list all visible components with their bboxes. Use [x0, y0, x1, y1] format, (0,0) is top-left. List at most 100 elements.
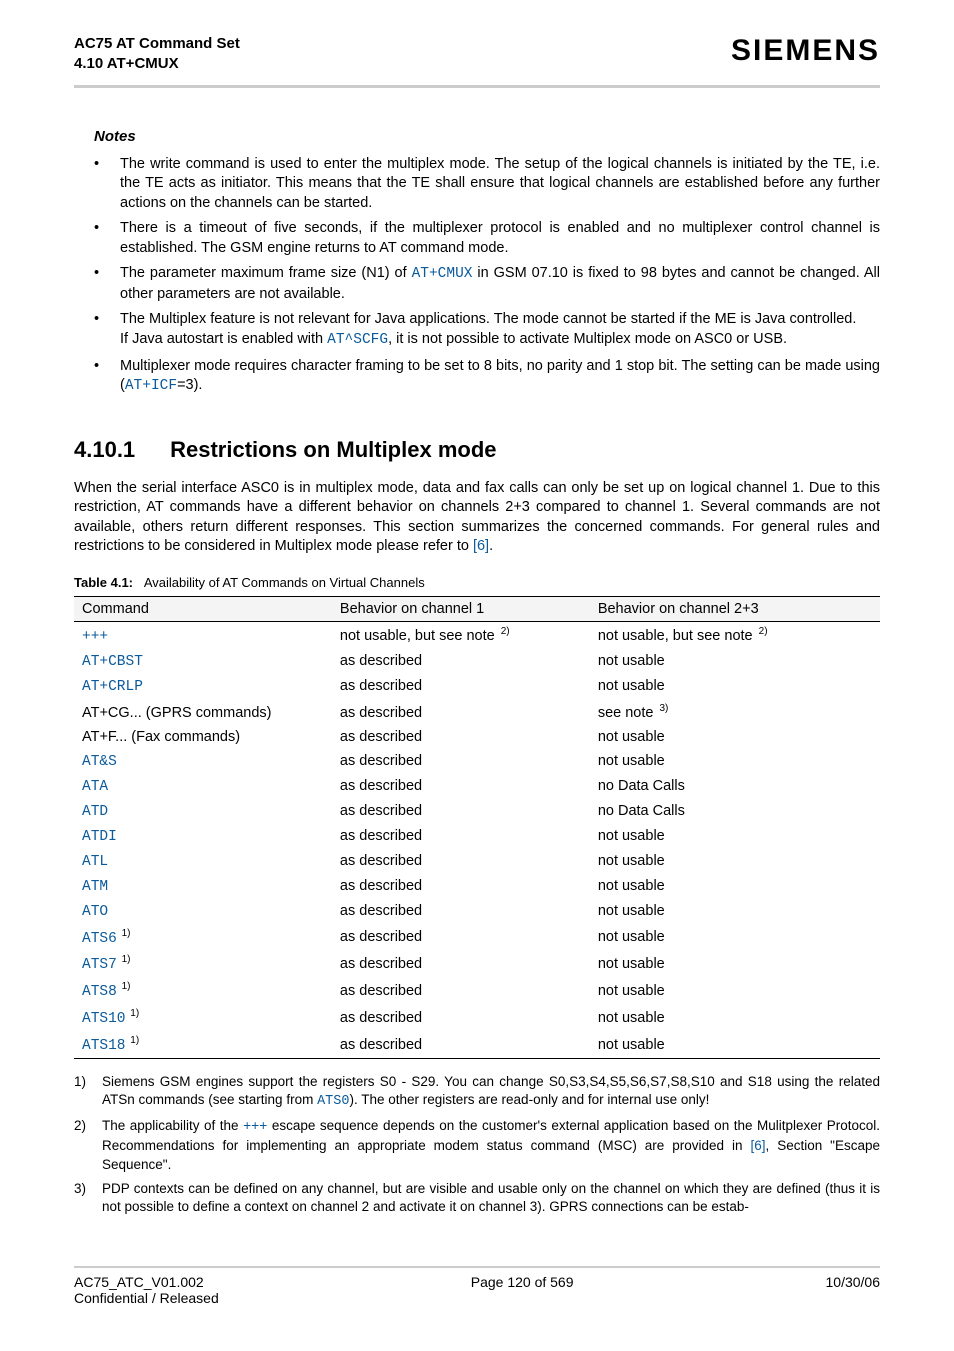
cell-channel1: as described — [332, 725, 590, 749]
header-title-block: AC75 AT Command Set 4.10 AT+CMUX — [74, 34, 240, 75]
cell-command: ATL — [74, 849, 332, 874]
table-row: ATDas describedno Data Calls — [74, 799, 880, 824]
footer-page-number: Page 120 of 569 — [219, 1274, 826, 1306]
col-header-channel1: Behavior on channel 1 — [332, 596, 590, 621]
table-row: AT+F... (Fax commands)as describednot us… — [74, 725, 880, 749]
cell-channel23: not usable — [590, 649, 880, 674]
doc-title: AC75 AT Command Set — [74, 34, 240, 54]
notes-list: The write command is used to enter the m… — [74, 155, 880, 397]
cell-channel23: not usable, but see note 2) — [590, 621, 880, 648]
footnote-number: 3) — [74, 1180, 86, 1198]
cell-command: ATM — [74, 874, 332, 899]
table-row: ATLas describednot usable — [74, 849, 880, 874]
cell-channel23: not usable — [590, 1031, 880, 1058]
table-row: ATS8 1)as describednot usable — [74, 977, 880, 1004]
cell-command: ATA — [74, 774, 332, 799]
footnote-item: 1)Siemens GSM engines support the regist… — [74, 1073, 880, 1111]
footer-date: 10/30/06 — [826, 1274, 881, 1306]
section-heading: 4.10.1 Restrictions on Multiplex mode — [74, 437, 880, 463]
table-row: ATMas describednot usable — [74, 874, 880, 899]
cell-channel1: as described — [332, 674, 590, 699]
cell-command: AT+CG... (GPRS commands) — [74, 699, 332, 725]
cell-channel1: as described — [332, 774, 590, 799]
footer-confidentiality: Confidential / Released — [74, 1290, 219, 1306]
note-item: Multiplexer mode requires character fram… — [74, 357, 880, 397]
table-row: ATS7 1)as describednot usable — [74, 950, 880, 977]
cell-channel23: not usable — [590, 1004, 880, 1031]
footer-doc-version: AC75_ATC_V01.002 — [74, 1274, 204, 1290]
cell-command: AT+F... (Fax commands) — [74, 725, 332, 749]
col-header-command: Command — [74, 596, 332, 621]
cell-command: AT+CBST — [74, 649, 332, 674]
cell-channel23: not usable — [590, 924, 880, 951]
cell-channel23: not usable — [590, 874, 880, 899]
cell-channel1: as described — [332, 699, 590, 725]
cell-channel23: see note 3) — [590, 699, 880, 725]
cell-channel23: not usable — [590, 899, 880, 924]
cell-channel23: no Data Calls — [590, 799, 880, 824]
cell-channel1: as described — [332, 924, 590, 951]
table-row: AT&Sas describednot usable — [74, 749, 880, 774]
page-header: AC75 AT Command Set 4.10 AT+CMUX SIEMENS — [74, 34, 880, 75]
cell-command: +++ — [74, 621, 332, 648]
table-row: ATOas describednot usable — [74, 899, 880, 924]
cell-channel23: not usable — [590, 674, 880, 699]
table-row: +++not usable, but see note 2)not usable… — [74, 621, 880, 648]
table-row: AT+CG... (GPRS commands)as describedsee … — [74, 699, 880, 725]
intro-paragraph: When the serial interface ASC0 is in mul… — [74, 479, 880, 557]
cell-channel1: as described — [332, 977, 590, 1004]
cell-command: ATS6 1) — [74, 924, 332, 951]
cell-channel1: as described — [332, 899, 590, 924]
section-number: 4.10.1 — [74, 437, 164, 463]
section-title: Restrictions on Multiplex mode — [170, 437, 496, 462]
doc-subtitle: 4.10 AT+CMUX — [74, 54, 240, 74]
header-divider — [74, 85, 880, 88]
footnote-number: 1) — [74, 1073, 86, 1091]
cell-command: ATDI — [74, 824, 332, 849]
table-caption-label: Table 4.1: — [74, 575, 133, 590]
table-caption-text: Availability of AT Commands on Virtual C… — [144, 575, 425, 590]
footer-left: AC75_ATC_V01.002 Confidential / Released — [74, 1274, 219, 1306]
cell-command: AT+CRLP — [74, 674, 332, 699]
cell-command: ATO — [74, 899, 332, 924]
cell-channel1: as described — [332, 950, 590, 977]
cell-channel23: not usable — [590, 725, 880, 749]
cell-channel1: as described — [332, 1031, 590, 1058]
cell-channel23: no Data Calls — [590, 774, 880, 799]
footnotes-list: 1)Siemens GSM engines support the regist… — [74, 1073, 880, 1217]
cell-channel1: as described — [332, 799, 590, 824]
cell-channel1: as described — [332, 749, 590, 774]
cell-channel23: not usable — [590, 950, 880, 977]
footnote-item: 3)PDP contexts can be defined on any cha… — [74, 1180, 880, 1216]
page-footer: AC75_ATC_V01.002 Confidential / Released… — [74, 1274, 880, 1306]
cell-command: ATS7 1) — [74, 950, 332, 977]
cell-channel23: not usable — [590, 824, 880, 849]
cell-channel23: not usable — [590, 849, 880, 874]
table-row: ATDIas describednot usable — [74, 824, 880, 849]
note-item: There is a timeout of five seconds, if t… — [74, 219, 880, 258]
cell-command: AT&S — [74, 749, 332, 774]
cell-command: ATS18 1) — [74, 1031, 332, 1058]
cell-channel23: not usable — [590, 977, 880, 1004]
cell-channel1: as described — [332, 849, 590, 874]
cell-command: ATS10 1) — [74, 1004, 332, 1031]
cell-channel1: as described — [332, 649, 590, 674]
cell-channel23: not usable — [590, 749, 880, 774]
commands-table: Command Behavior on channel 1 Behavior o… — [74, 596, 880, 1059]
footer-divider — [74, 1266, 880, 1268]
cell-channel1: as described — [332, 874, 590, 899]
cell-channel1: as described — [332, 824, 590, 849]
table-row: ATS18 1)as describednot usable — [74, 1031, 880, 1058]
col-header-channel23: Behavior on channel 2+3 — [590, 596, 880, 621]
note-item: The write command is used to enter the m… — [74, 155, 880, 214]
table-caption: Table 4.1: Availability of AT Commands o… — [74, 575, 880, 590]
table-row: ATAas describedno Data Calls — [74, 774, 880, 799]
note-item: The parameter maximum frame size (N1) of… — [74, 264, 880, 304]
cell-channel1: not usable, but see note 2) — [332, 621, 590, 648]
cell-command: ATS8 1) — [74, 977, 332, 1004]
table-row: ATS10 1)as describednot usable — [74, 1004, 880, 1031]
table-row: ATS6 1)as describednot usable — [74, 924, 880, 951]
cell-command: ATD — [74, 799, 332, 824]
notes-heading: Notes — [94, 128, 880, 145]
cell-channel1: as described — [332, 1004, 590, 1031]
